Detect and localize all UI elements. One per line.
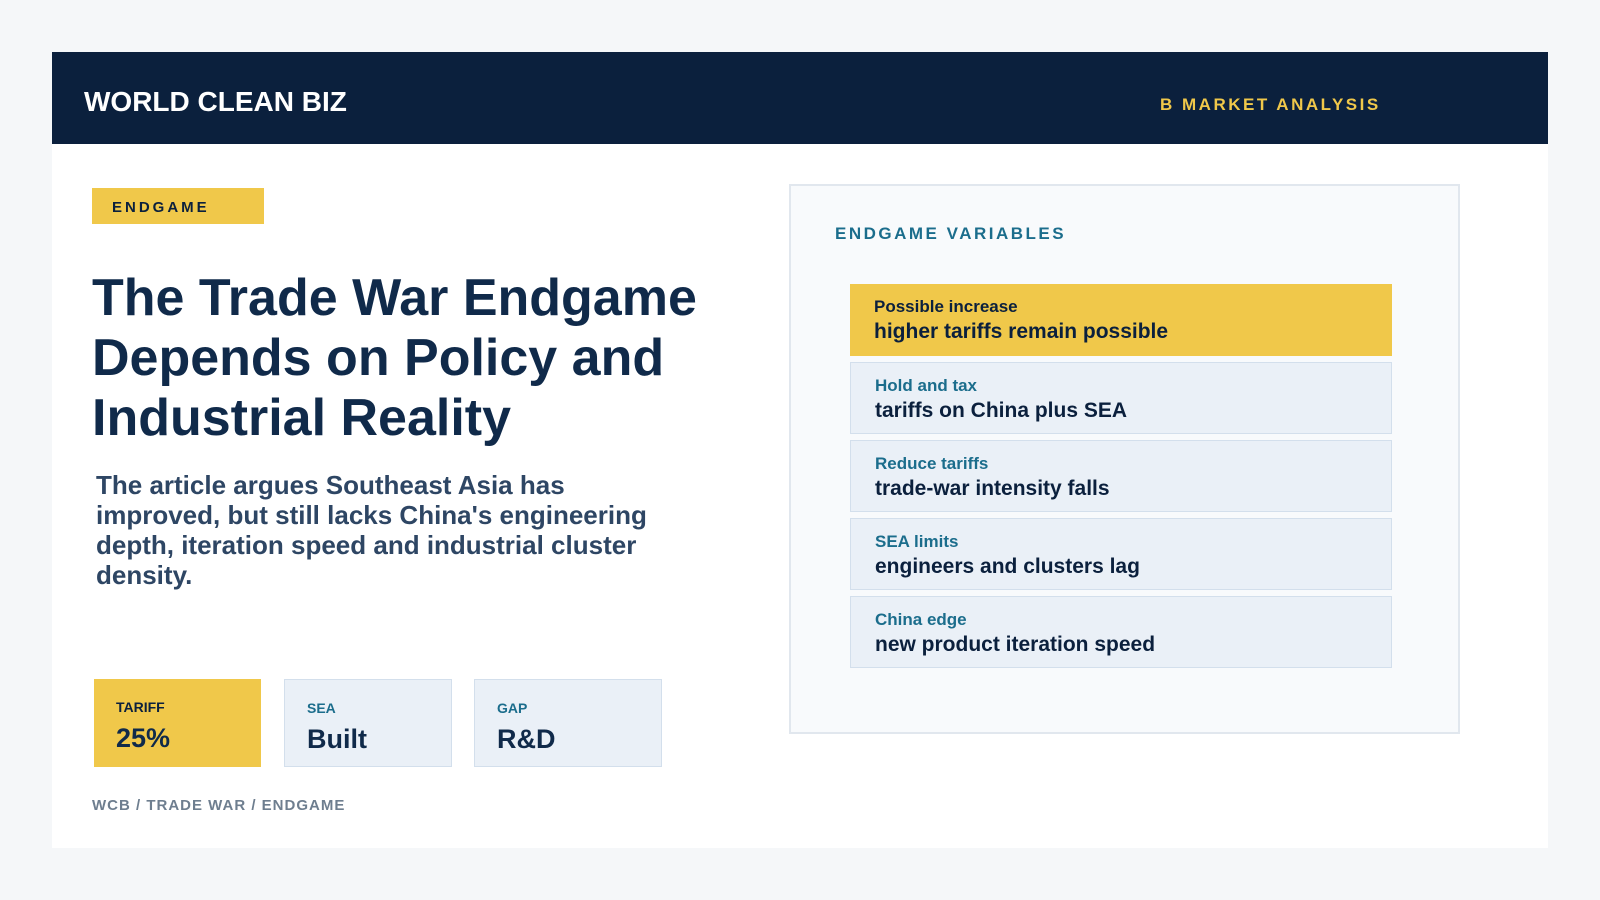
variable-label: Possible increase: [874, 297, 1018, 316]
variable-text: engineers and clusters lag: [875, 555, 1140, 578]
variable-text: higher tariffs remain possible: [874, 320, 1169, 343]
breadcrumb-footer: WCB / TRADE WAR / ENDGAME: [92, 797, 346, 814]
stat-card-tariff: TARIFF 25%: [94, 679, 261, 767]
headline: The Trade War Endgame Depends on Policy …: [92, 269, 697, 447]
variable-label: China edge: [875, 610, 967, 629]
slide-card: WORLD CLEAN BIZ B MARKET ANALYSIS ENDGAM…: [52, 52, 1548, 848]
stat-card-sea: SEA Built: [284, 679, 452, 767]
stat-label: GAP: [497, 700, 528, 716]
stat-value: Built: [307, 724, 367, 754]
variable-label: Reduce tariffs: [875, 454, 989, 473]
top-bar: WORLD CLEAN BIZ B MARKET ANALYSIS: [52, 52, 1548, 144]
brand-name: WORLD CLEAN BIZ: [84, 86, 347, 117]
variable-text: new product iteration speed: [875, 633, 1156, 656]
stat-card-gap: GAP R&D: [474, 679, 662, 767]
variable-card: SEA limits engineers and clusters lag: [850, 518, 1392, 590]
article-deck: The article argues Southeast Asia has im…: [96, 470, 647, 590]
stat-value: R&D: [497, 724, 556, 754]
variable-label: SEA limits: [875, 532, 959, 551]
variable-text: tariffs on China plus SEA: [875, 399, 1128, 422]
section-label: B MARKET ANALYSIS: [1160, 95, 1381, 114]
variable-label: Hold and tax: [875, 376, 978, 395]
topic-tag: ENDGAME: [92, 188, 264, 224]
stat-label: SEA: [307, 700, 336, 716]
endgame-variables-panel: ENDGAME VARIABLES Possible increase high…: [789, 184, 1460, 734]
variable-text: trade-war intensity falls: [875, 477, 1110, 500]
stat-label: TARIFF: [116, 699, 165, 715]
variable-card: Hold and tax tariffs on China plus SEA: [850, 362, 1392, 434]
variable-card: China edge new product iteration speed: [850, 596, 1392, 668]
panel-title: ENDGAME VARIABLES: [835, 224, 1067, 243]
stat-value: 25%: [116, 723, 171, 753]
variable-card: Reduce tariffs trade-war intensity falls: [850, 440, 1392, 512]
variable-card: Possible increase higher tariffs remain …: [850, 284, 1392, 356]
